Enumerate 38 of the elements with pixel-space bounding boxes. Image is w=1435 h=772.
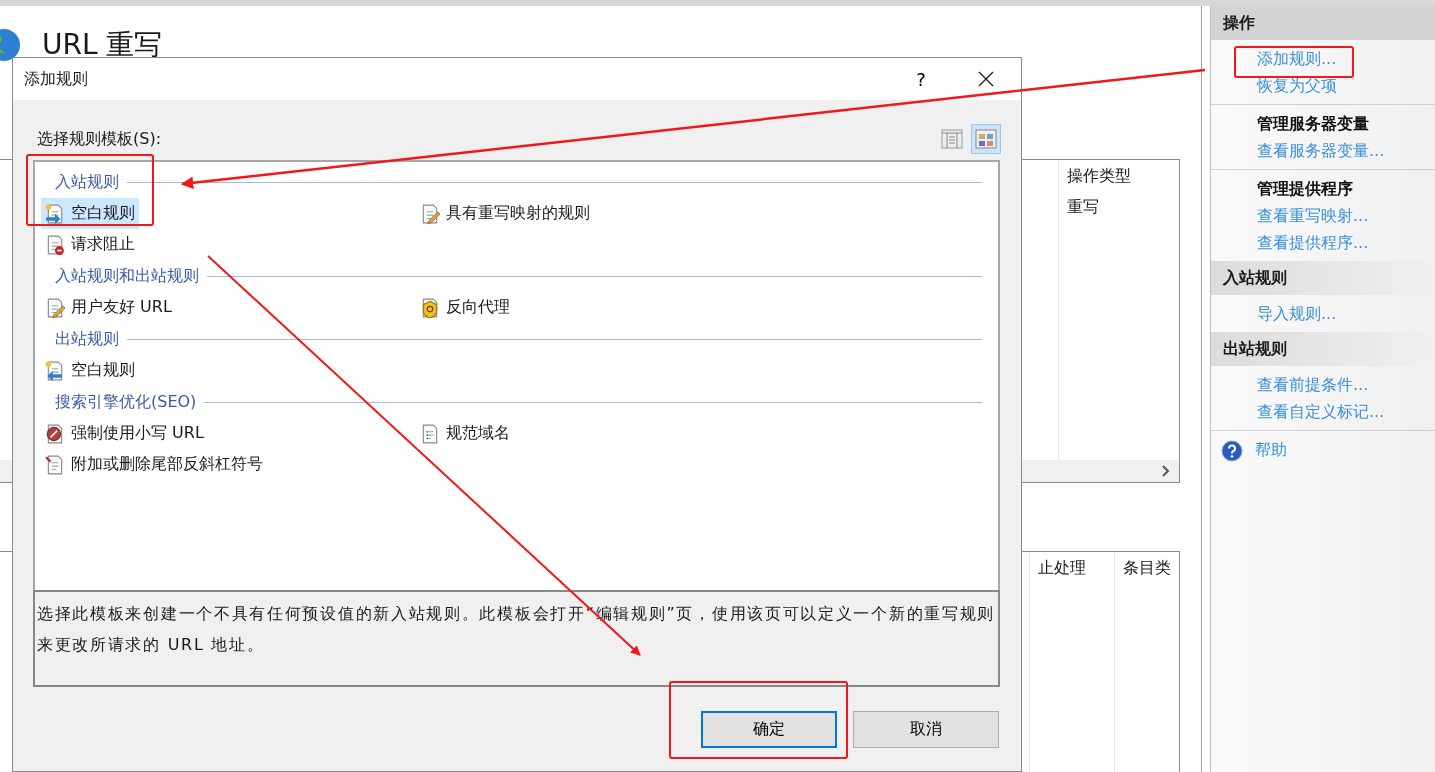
- cancel-button[interactable]: 取消: [853, 711, 999, 748]
- stop-document-icon: [45, 423, 65, 444]
- template-item[interactable]: 附加或删除尾部反斜杠符号: [41, 449, 267, 480]
- blocked-document-icon: [45, 234, 65, 255]
- group-title: 入站规则和出站规则: [55, 265, 199, 287]
- dialog-title: 添加规则: [24, 68, 89, 90]
- group-title: 入站规则: [55, 171, 119, 193]
- help-button[interactable]: ?: [901, 68, 941, 90]
- column-header: 止处理: [1038, 558, 1087, 579]
- arrow-document-icon: [45, 203, 65, 224]
- page-title: URL 重写: [42, 27, 163, 63]
- template-item[interactable]: 请求阻止: [41, 229, 139, 260]
- section-header: 操作: [1211, 6, 1435, 40]
- group-title: 出站规则: [55, 328, 119, 350]
- template-item[interactable]: 空白规则: [41, 355, 139, 386]
- arrow-document-icon: [45, 360, 65, 381]
- tiles-view-button[interactable]: [971, 124, 1001, 154]
- group-heading: 管理提供程序: [1256, 178, 1354, 200]
- group-heading: 管理服务器变量: [1256, 113, 1370, 135]
- template-label: 选择规则模板(S):: [37, 128, 163, 150]
- template-item[interactable]: 规范域名: [416, 418, 514, 449]
- table-cell-text: 重写: [1067, 197, 1100, 218]
- column-header: 操作类型: [1067, 166, 1132, 187]
- template-item[interactable]: 强制使用小写 URL: [41, 418, 208, 449]
- template-item[interactable]: 空白规则: [41, 198, 139, 229]
- pencil-document-icon: [420, 203, 440, 224]
- group-title: 搜索引擎优化(SEO): [55, 391, 197, 413]
- list-document-icon: [420, 423, 440, 444]
- shield-icon: [420, 297, 440, 318]
- template-item[interactable]: 用户友好 URL: [41, 292, 176, 323]
- template-item[interactable]: 具有重写映射的规则: [416, 198, 594, 229]
- ok-button[interactable]: 确定: [701, 711, 837, 748]
- help-icon[interactable]: [1221, 439, 1243, 462]
- column-header: 条目类: [1123, 558, 1171, 579]
- template-item[interactable]: 反向代理: [416, 292, 514, 323]
- scroll-right-icon[interactable]: [1161, 465, 1171, 477]
- pencil-document-icon: [45, 297, 65, 318]
- pin-document-icon: [45, 454, 65, 475]
